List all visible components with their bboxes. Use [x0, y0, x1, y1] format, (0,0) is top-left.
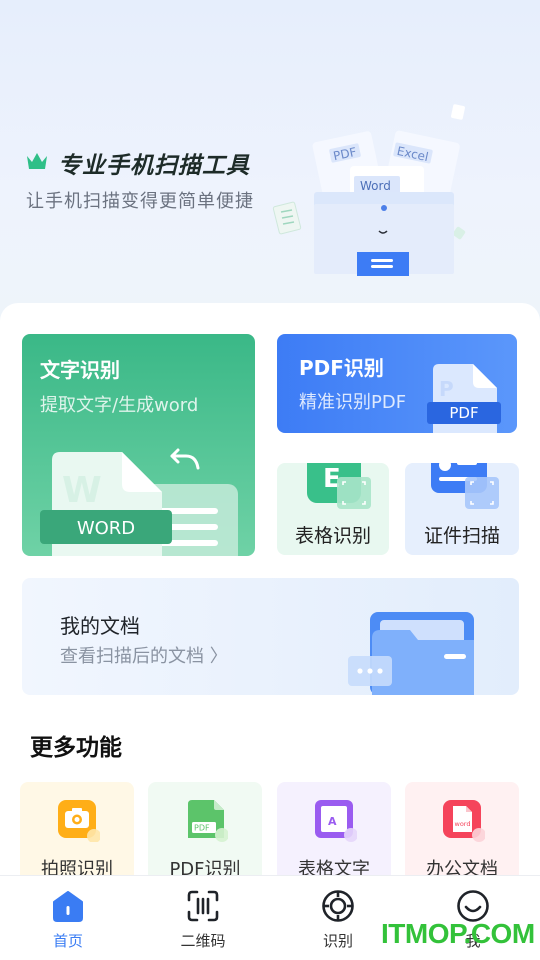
text-recognition-title: 文字识别 — [40, 358, 120, 382]
hero-title: 专业手机扫描工具 — [58, 153, 250, 179]
func-pdf-recognition[interactable]: PDF PDF识别 — [148, 782, 262, 882]
text-image-icon: A — [315, 800, 357, 842]
home-icon — [53, 891, 83, 922]
certificate-scan-label: 证件扫描 — [423, 525, 500, 547]
pdf-badge: PDF — [449, 404, 479, 422]
svg-text:W: W — [62, 470, 102, 511]
table-recognition-label: 表格识别 — [294, 525, 371, 547]
func-photo-recognition[interactable]: 拍照识别 — [20, 782, 134, 882]
pdf-recognition-title: PDF识别 — [299, 356, 384, 380]
word-file-icon: word — [443, 800, 485, 842]
hero-banner: 专业手机扫描工具 让手机扫描变得更简单便捷 PDF Excel Word — [0, 0, 540, 320]
pdf-file-icon: PDF — [188, 800, 228, 842]
more-functions-title: 更多功能 — [30, 735, 122, 761]
pdf-recognition-card[interactable]: PDF识别 精准识别PDF P PDF — [277, 334, 517, 433]
watermark: ITMOP.COM — [381, 918, 535, 949]
hero-subtitle: 让手机扫描变得更简单便捷 — [26, 191, 254, 212]
nav-qrcode[interactable]: 二维码 — [153, 876, 253, 960]
func-office-docs[interactable]: word 办公文档 — [405, 782, 519, 882]
qr-scan-icon — [187, 890, 219, 922]
certificate-scan-card[interactable]: 证件扫描 — [405, 463, 519, 555]
text-image-icon-text: A — [328, 815, 337, 828]
target-icon — [322, 890, 354, 922]
folder-icon — [348, 612, 474, 695]
my-documents-title: 我的文档 — [60, 614, 140, 638]
nav-recognize-label: 识别 — [322, 932, 353, 950]
nav-home-label: 首页 — [52, 932, 83, 950]
spreadsheet-icon: E — [307, 463, 371, 509]
id-card-icon — [431, 463, 499, 509]
table-recognition-card[interactable]: E 表格识别 — [277, 463, 389, 555]
func-table-text[interactable]: A 表格文字 — [277, 782, 391, 882]
nav-qrcode-label: 二维码 — [180, 932, 226, 950]
crown-icon — [27, 153, 47, 169]
text-recognition-subtitle: 提取文字/生成word — [40, 395, 199, 416]
nav-home[interactable]: 首页 — [18, 876, 118, 960]
scanner-illustration: PDF Excel Word — [272, 104, 466, 276]
illustration-word-tag: Word — [360, 179, 391, 193]
my-documents-card[interactable]: 我的文档 查看扫描后的文档 〉 — [22, 578, 519, 695]
pdf-recognition-subtitle: 精准识别PDF — [299, 392, 407, 413]
text-recognition-card[interactable]: 文字识别 提取文字/生成word W WORD — [22, 334, 255, 556]
nav-recognize[interactable]: 识别 — [288, 876, 388, 960]
svg-text:P: P — [439, 377, 454, 401]
pdf-file-icon-text: PDF — [194, 824, 210, 833]
word-badge: WORD — [76, 518, 136, 539]
word-file-icon-text: word — [455, 820, 471, 828]
camera-icon — [58, 800, 100, 842]
my-documents-link[interactable]: 查看扫描后的文档 〉 — [60, 642, 228, 668]
